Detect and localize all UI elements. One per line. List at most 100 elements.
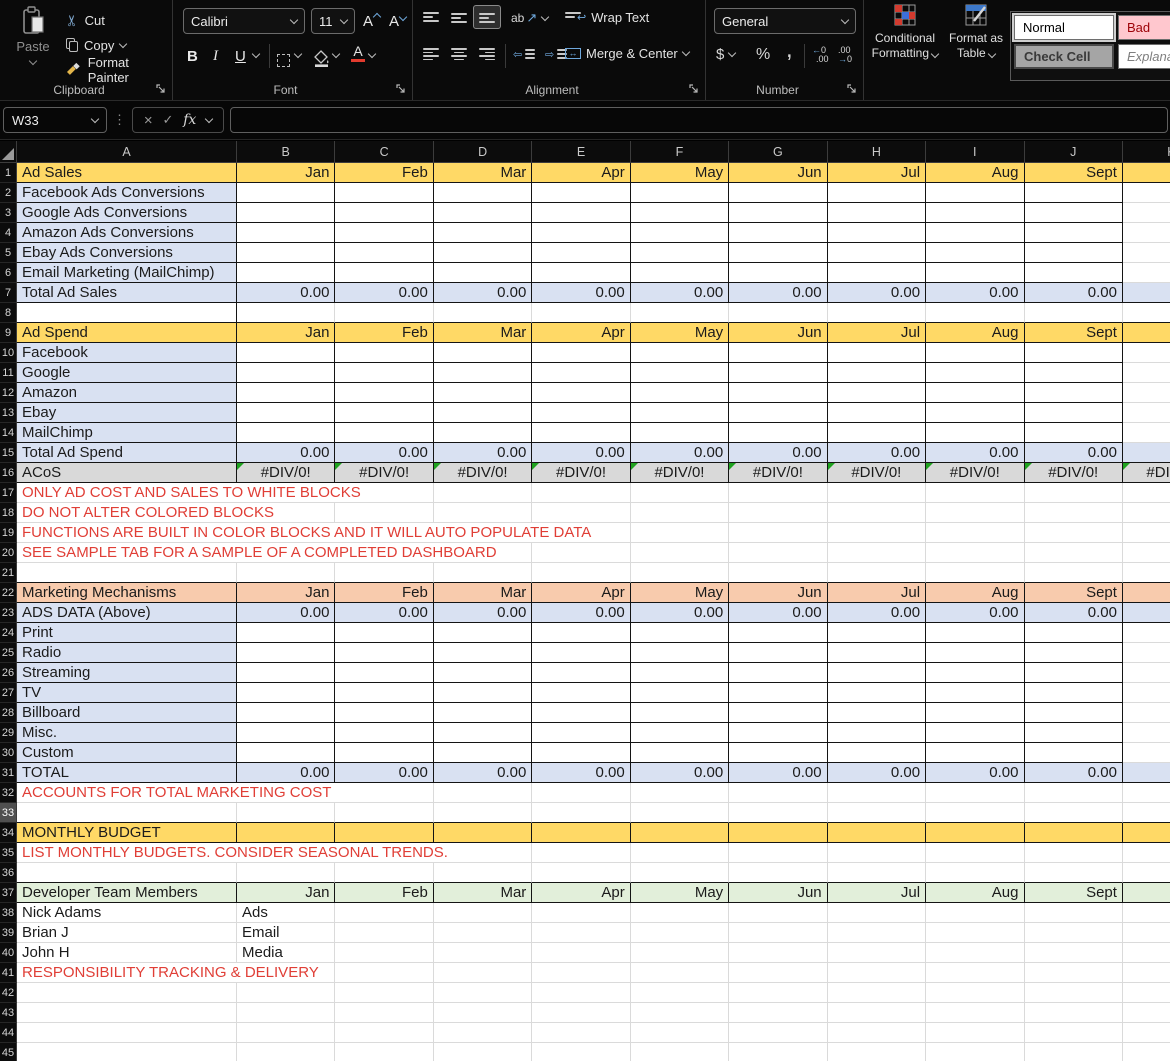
col-header-I[interactable]: I <box>926 141 1024 163</box>
comma-style-button[interactable]: , <box>786 44 793 56</box>
row-header-30[interactable]: 30 <box>0 743 17 763</box>
cell-C21[interactable] <box>335 563 433 583</box>
row-header-6[interactable]: 6 <box>0 263 17 283</box>
cell-A37[interactable]: Developer Team Members <box>17 883 237 903</box>
cell-F15[interactable]: 0.00 <box>631 443 729 463</box>
cell-B33[interactable] <box>237 803 335 823</box>
col-header-K[interactable]: K <box>1123 141 1170 163</box>
cell-F17[interactable] <box>631 483 729 503</box>
cell-C38[interactable] <box>335 903 433 923</box>
cell-C25[interactable] <box>335 643 433 663</box>
cell-D39[interactable] <box>434 923 532 943</box>
cell-F1[interactable]: May <box>631 163 729 183</box>
cell-K20[interactable] <box>1123 543 1170 563</box>
cell-H36[interactable] <box>828 863 926 883</box>
cell-E15[interactable]: 0.00 <box>532 443 630 463</box>
cell-B30[interactable] <box>237 743 335 763</box>
cell-J11[interactable] <box>1025 363 1123 383</box>
cell-F14[interactable] <box>631 423 729 443</box>
cell-A28[interactable]: Billboard <box>17 703 237 723</box>
cell-H37[interactable]: Jul <box>828 883 926 903</box>
cell-H44[interactable] <box>828 1023 926 1043</box>
cell-C33[interactable] <box>335 803 433 823</box>
cell-E45[interactable] <box>532 1043 630 1061</box>
cell-I28[interactable] <box>926 703 1024 723</box>
cell-H22[interactable]: Jul <box>828 583 926 603</box>
cell-G20[interactable] <box>729 543 827 563</box>
cell-I2[interactable] <box>926 183 1024 203</box>
row-header-27[interactable]: 27 <box>0 683 17 703</box>
cell-A3[interactable]: Google Ads Conversions <box>17 203 237 223</box>
cell-E13[interactable] <box>532 403 630 423</box>
cell-J32[interactable] <box>1025 783 1123 803</box>
cell-K12[interactable] <box>1123 383 1170 403</box>
col-header-H[interactable]: H <box>828 141 926 163</box>
cell-E43[interactable] <box>532 1003 630 1023</box>
cell-G23[interactable]: 0.00 <box>729 603 827 623</box>
cell-F4[interactable] <box>631 223 729 243</box>
cell-C30[interactable] <box>335 743 433 763</box>
clipboard-dialog-launcher[interactable] <box>156 84 167 95</box>
cell-D44[interactable] <box>434 1023 532 1043</box>
cancel-icon[interactable]: × <box>144 112 153 129</box>
cell-A44[interactable] <box>17 1023 237 1043</box>
cell-E27[interactable] <box>532 683 630 703</box>
cell-D40[interactable] <box>434 943 532 963</box>
cell-H23[interactable]: 0.00 <box>828 603 926 623</box>
copy-button[interactable]: Copy <box>66 33 126 57</box>
cell-J37[interactable]: Sept <box>1025 883 1123 903</box>
row-header-25[interactable]: 25 <box>0 643 17 663</box>
cell-E22[interactable]: Apr <box>532 583 630 603</box>
cell-D32[interactable] <box>434 783 532 803</box>
cell-H30[interactable] <box>828 743 926 763</box>
cell-B45[interactable] <box>237 1043 335 1061</box>
cell-K1[interactable] <box>1123 163 1170 183</box>
cell-D7[interactable]: 0.00 <box>434 283 532 303</box>
cell-B31[interactable]: 0.00 <box>237 763 335 783</box>
cell-C8[interactable] <box>335 303 433 323</box>
cell-G38[interactable] <box>729 903 827 923</box>
cell-C31[interactable]: 0.00 <box>335 763 433 783</box>
cell-A10[interactable]: Facebook <box>17 343 237 363</box>
cell-C22[interactable]: Feb <box>335 583 433 603</box>
cell-B28[interactable] <box>237 703 335 723</box>
cell-D43[interactable] <box>434 1003 532 1023</box>
cell-K30[interactable] <box>1123 743 1170 763</box>
cell-B6[interactable] <box>237 263 335 283</box>
cell-I20[interactable] <box>926 543 1024 563</box>
cell-G31[interactable]: 0.00 <box>729 763 827 783</box>
cell-E12[interactable] <box>532 383 630 403</box>
row-header-12[interactable]: 12 <box>0 383 17 403</box>
cell-G42[interactable] <box>729 983 827 1003</box>
cell-D11[interactable] <box>434 363 532 383</box>
cell-J21[interactable] <box>1025 563 1123 583</box>
cell-E26[interactable] <box>532 663 630 683</box>
cell-A15[interactable]: Total Ad Spend <box>17 443 237 463</box>
cell-F41[interactable] <box>631 963 729 983</box>
cell-G15[interactable]: 0.00 <box>729 443 827 463</box>
row-header-36[interactable]: 36 <box>0 863 17 883</box>
cell-G32[interactable] <box>729 783 827 803</box>
cell-C39[interactable] <box>335 923 433 943</box>
cell-A2[interactable]: Facebook Ads Conversions <box>17 183 237 203</box>
cell-F21[interactable] <box>631 563 729 583</box>
cell-G19[interactable] <box>729 523 827 543</box>
cell-B40[interactable]: Media <box>237 943 335 963</box>
cell-F5[interactable] <box>631 243 729 263</box>
row-header-16[interactable]: 16 <box>0 463 17 483</box>
row-header-20[interactable]: 20 <box>0 543 17 563</box>
cell-D17[interactable] <box>434 483 532 503</box>
cell-J30[interactable] <box>1025 743 1123 763</box>
cell-A27[interactable]: TV <box>17 683 237 703</box>
cell-D33[interactable] <box>434 803 532 823</box>
cell-D42[interactable] <box>434 983 532 1003</box>
cell-B7[interactable]: 0.00 <box>237 283 335 303</box>
cell-H11[interactable] <box>828 363 926 383</box>
cell-D5[interactable] <box>434 243 532 263</box>
cell-G8[interactable] <box>729 303 827 323</box>
cell-G41[interactable] <box>729 963 827 983</box>
cell-I26[interactable] <box>926 663 1024 683</box>
cell-J12[interactable] <box>1025 383 1123 403</box>
cell-E40[interactable] <box>532 943 630 963</box>
cell-A6[interactable]: Email Marketing (MailChimp) <box>17 263 237 283</box>
